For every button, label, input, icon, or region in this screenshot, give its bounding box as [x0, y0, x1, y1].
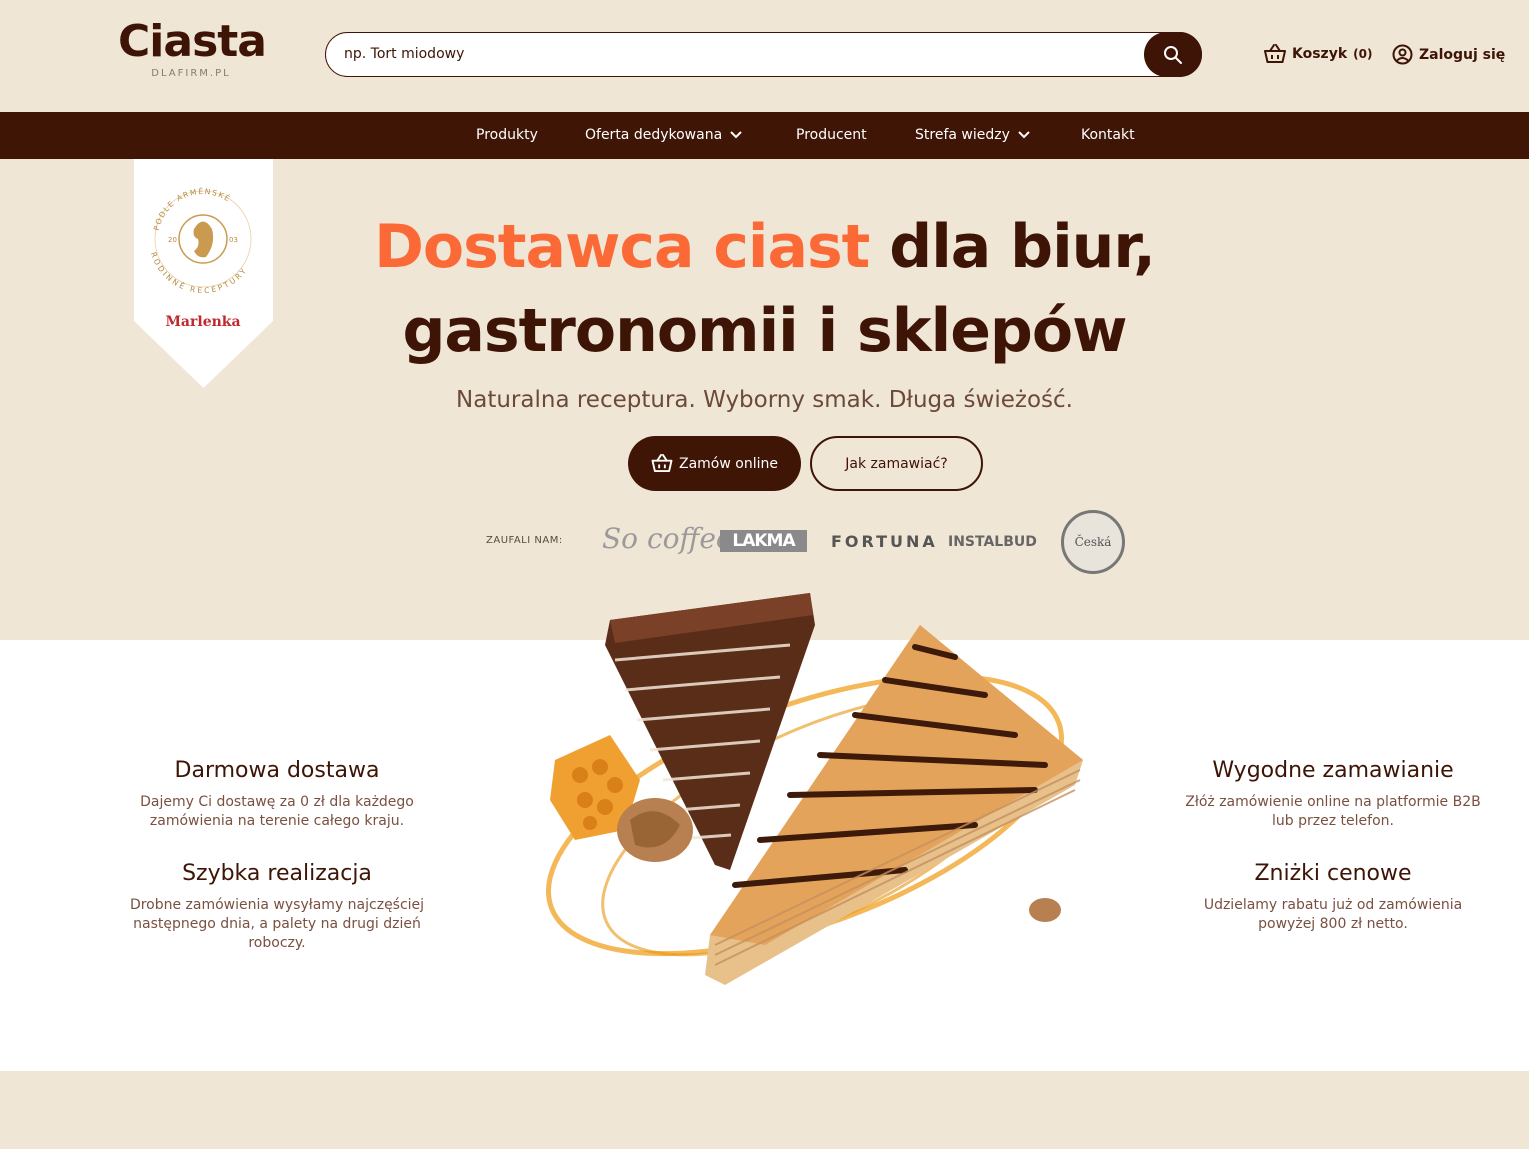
brand-logo-ceska-text: Česká	[1074, 535, 1112, 549]
hero-title-accent: Dostawca ciast	[374, 212, 870, 282]
order-online-label: Zamów online	[679, 455, 778, 472]
site-logo[interactable]: Ciasta DLAFIRM.PL	[118, 18, 268, 88]
order-online-button[interactable]: Zamów online	[628, 436, 801, 491]
feature-fast-delivery: Szybka realizacja Drobne zamówienia wysy…	[127, 861, 427, 953]
how-to-order-label: Jak zamawiać?	[845, 455, 948, 472]
nav-item-label: Producent	[796, 127, 867, 143]
nav-item-label: Produkty	[476, 127, 538, 143]
nav-item-oferta[interactable]: Oferta dedykowana	[585, 127, 742, 143]
nav-item-label: Kontakt	[1081, 127, 1135, 143]
feature-title: Wygodne zamawianie	[1212, 758, 1454, 783]
search-bar	[325, 32, 1202, 77]
feature-title: Szybka realizacja	[182, 861, 372, 886]
login-link[interactable]: Zaloguj się	[1392, 44, 1505, 65]
nav-item-producent[interactable]: Producent	[796, 127, 867, 143]
chevron-down-icon	[730, 131, 742, 139]
search-button[interactable]	[1144, 32, 1202, 77]
feature-text: Złóż zamówienie online na platformie B2B…	[1185, 794, 1481, 829]
logo-wordmark: Ciasta	[118, 16, 267, 67]
basket-icon	[1264, 44, 1286, 63]
login-label: Zaloguj się	[1419, 46, 1506, 63]
hero-title-rest: dla biur,	[889, 212, 1156, 282]
user-icon	[1392, 44, 1413, 65]
cake-illustration	[546, 593, 1083, 985]
nav-item-kontakt[interactable]: Kontakt	[1081, 127, 1135, 143]
cart-label: Koszyk	[1292, 46, 1348, 62]
feature-title: Zniżki cenowe	[1254, 861, 1412, 886]
brand-logo-ceska: Česká	[1061, 510, 1125, 574]
feature-free-delivery: Darmowa dostawa Dajemy Ci dostawę za 0 z…	[127, 758, 427, 831]
feature-easy-ordering: Wygodne zamawianie Złóż zamówienie onlin…	[1183, 758, 1483, 831]
cart-link[interactable]: Koszyk (0)	[1264, 44, 1372, 64]
hero-title: Dostawca ciast dla biur, gastronomii i s…	[0, 205, 1529, 373]
brand-logo-instalbud: INSTALBUD	[948, 534, 1037, 550]
feature-text: Dajemy Ci dostawę za 0 zł dla każdego za…	[140, 794, 414, 829]
nav-item-label: Strefa wiedzy	[915, 127, 1010, 143]
search-icon	[1164, 45, 1182, 64]
nav-item-strefa[interactable]: Strefa wiedzy	[915, 127, 1030, 143]
nav-item-label: Oferta dedykowana	[585, 127, 723, 143]
site-header: Ciasta DLAFIRM.PL Koszyk (0) Zaloguj się	[0, 0, 1529, 112]
footer-band	[0, 1071, 1529, 1149]
chevron-down-icon	[1018, 131, 1030, 139]
feature-text: Udzielamy rabatu już od zamówienia powyż…	[1203, 897, 1463, 932]
brand-logo-lakma: LAKMA	[720, 530, 807, 552]
nav-item-produkty[interactable]: Produkty	[476, 127, 538, 143]
hero-title-line2: gastronomii i sklepów	[402, 296, 1127, 366]
search-input[interactable]	[344, 33, 1134, 75]
basket-icon	[651, 454, 673, 473]
logo-subtitle: DLAFIRM.PL	[151, 68, 231, 79]
cart-count: (0)	[1353, 47, 1373, 61]
how-to-order-button[interactable]: Jak zamawiać?	[810, 436, 983, 491]
feature-discounts: Zniżki cenowe Udzielamy rabatu już od za…	[1183, 861, 1483, 934]
feature-text: Drobne zamówienia wysyłamy najczęściej n…	[129, 897, 425, 951]
trusted-label: ZAUFALI NAM:	[486, 535, 563, 546]
feature-title: Darmowa dostawa	[174, 758, 380, 783]
main-nav: Produkty Oferta dedykowana Producent Str…	[0, 112, 1529, 159]
brand-logo-socoffee: So coffee	[602, 522, 733, 555]
brand-logo-fortuna: FORTUNA	[831, 532, 938, 551]
hero-subtitle: Naturalna receptura. Wyborny smak. Długa…	[456, 387, 1073, 413]
